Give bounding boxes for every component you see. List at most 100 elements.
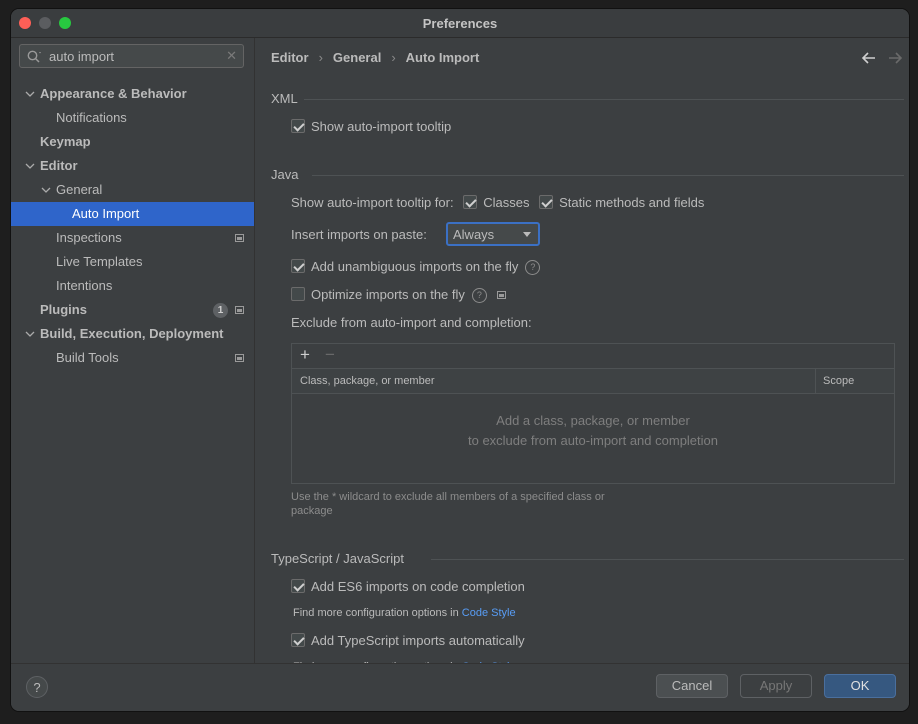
breadcrumb-item-editor[interactable]: Editor: [271, 50, 309, 65]
search-input[interactable]: [49, 48, 219, 64]
sidebar-item-keymap[interactable]: Keymap: [11, 130, 254, 154]
breadcrumb-separator-icon: ›: [391, 50, 396, 65]
sidebar-item-label: Live Templates: [56, 254, 143, 269]
java-static-option[interactable]: Static methods and fields: [539, 195, 704, 210]
sidebar-item-notifications[interactable]: Notifications: [11, 106, 254, 130]
java-unambiguous-checkbox[interactable]: [291, 259, 305, 273]
sidebar-item-build-execution-deployment[interactable]: Build, Execution, Deployment: [11, 322, 254, 346]
sidebar-item-live-templates[interactable]: Live Templates: [11, 250, 254, 274]
sidebar-item-label: Appearance & Behavior: [40, 86, 187, 101]
java-tooltip-for-row: Show auto-import tooltip for: Classes St…: [291, 195, 704, 210]
java-optimize-checkbox[interactable]: [291, 287, 305, 301]
section-title-java: Java: [271, 167, 299, 182]
table-header: Class, package, or member Scope: [292, 369, 894, 394]
ts-es6-option[interactable]: Add ES6 imports on code completion: [291, 579, 525, 594]
column-header-scope[interactable]: Scope: [823, 375, 854, 387]
option-label: Classes: [483, 195, 530, 210]
project-settings-icon: [496, 291, 506, 299]
sidebar-item-label: Intentions: [56, 278, 113, 293]
cancel-button[interactable]: Cancel: [656, 674, 728, 698]
dropdown-value: Always: [453, 227, 495, 242]
section-divider: [312, 175, 904, 176]
add-icon[interactable]: +: [300, 345, 310, 365]
sidebar-item-label: Notifications: [56, 110, 127, 125]
chevron-down-icon[interactable]: [25, 329, 35, 339]
sidebar-item-inspections[interactable]: Inspections: [11, 226, 254, 250]
back-arrow-icon[interactable]: [861, 51, 876, 65]
code-style-link[interactable]: Code Style: [462, 607, 516, 619]
sidebar-item-label: Editor: [40, 158, 78, 173]
note-text: Find more configuration options in: [293, 607, 459, 619]
project-settings-icon: [235, 306, 244, 314]
sidebar-item-label: Auto Import: [72, 206, 140, 221]
hint-line: Use the * wildcard to exclude all member…: [291, 491, 605, 503]
dropdown-arrow-icon: [523, 232, 531, 237]
breadcrumb-item-auto-import: Auto Import: [405, 50, 480, 65]
chevron-down-icon[interactable]: [25, 161, 35, 171]
sidebar-item-label: Plugins: [40, 302, 87, 317]
breadcrumb-item-general[interactable]: General: [333, 50, 381, 65]
section-title-xml: XML: [271, 91, 298, 106]
sidebar-item-general[interactable]: General: [11, 178, 254, 202]
window-title: Preferences: [422, 16, 498, 31]
java-optimize-option[interactable]: Optimize imports on the fly?: [291, 287, 506, 303]
sidebar-item-intentions[interactable]: Intentions: [11, 274, 254, 298]
section-title-typescript: TypeScript / JavaScript: [271, 551, 404, 566]
search-field[interactable]: ✕: [19, 44, 244, 68]
settings-sidebar: ✕ Appearance & Behavior Notifications Ke…: [11, 38, 255, 663]
java-classes-checkbox[interactable]: [463, 195, 478, 209]
option-label: Show auto-import tooltip: [311, 119, 452, 134]
help-button[interactable]: ?: [26, 676, 48, 698]
sidebar-item-label: Build, Execution, Deployment: [40, 326, 224, 341]
xml-show-tooltip-option[interactable]: Show auto-import tooltip: [291, 119, 451, 134]
plugins-update-badge: 1: [213, 303, 228, 318]
sidebar-item-auto-import[interactable]: Auto Import: [11, 202, 254, 226]
chevron-down-icon[interactable]: [41, 185, 51, 195]
insert-on-paste-label: Insert imports on paste:: [291, 227, 427, 242]
hint-line: package: [291, 505, 333, 517]
chevron-down-icon[interactable]: [25, 89, 35, 99]
java-static-checkbox[interactable]: [539, 195, 554, 209]
sidebar-item-label: Inspections: [56, 230, 122, 245]
option-label: Show auto-import tooltip for:: [291, 195, 454, 210]
section-divider: [304, 99, 904, 100]
sidebar-item-build-tools[interactable]: Build Tools: [11, 346, 254, 370]
ts-auto-checkbox[interactable]: [291, 633, 305, 647]
sidebar-item-plugins[interactable]: Plugins 1: [11, 298, 254, 322]
ts-es6-checkbox[interactable]: [291, 579, 305, 593]
ts-auto-option[interactable]: Add TypeScript imports automatically: [291, 633, 525, 648]
ok-button[interactable]: OK: [824, 674, 896, 698]
option-label: Optimize imports on the fly: [311, 287, 465, 302]
sidebar-item-appearance-behavior[interactable]: Appearance & Behavior: [11, 82, 254, 106]
help-icon[interactable]: ?: [471, 288, 487, 303]
column-divider: [815, 369, 816, 393]
more-options-note: Find more configuration options in Code …: [293, 607, 516, 619]
sidebar-item-editor[interactable]: Editor: [11, 154, 254, 178]
help-icon[interactable]: ?: [525, 260, 541, 275]
java-classes-option[interactable]: Classes: [463, 195, 529, 210]
breadcrumb-separator-icon: ›: [318, 50, 323, 65]
option-label: Add unambiguous imports on the fly: [311, 259, 519, 274]
table-toolbar: + −: [292, 344, 894, 369]
sidebar-item-label: Keymap: [40, 134, 91, 149]
option-label: Static methods and fields: [559, 195, 705, 210]
section-divider: [431, 559, 904, 560]
clear-search-icon[interactable]: ✕: [226, 49, 237, 63]
java-unambiguous-option[interactable]: Add unambiguous imports on the fly?: [291, 259, 541, 275]
empty-state-line: to exclude from auto-import and completi…: [467, 433, 718, 448]
column-header-class[interactable]: Class, package, or member: [300, 375, 435, 387]
exclude-label: Exclude from auto-import and completion:: [291, 315, 532, 330]
project-settings-icon: [235, 354, 244, 362]
remove-icon[interactable]: −: [325, 345, 335, 365]
search-icon: [27, 50, 41, 63]
xml-show-tooltip-checkbox[interactable]: [291, 119, 305, 133]
sidebar-item-label: Build Tools: [56, 350, 119, 365]
apply-button[interactable]: Apply: [740, 674, 812, 698]
wildcard-hint: Use the * wildcard to exclude all member…: [291, 490, 651, 518]
title-bar: Preferences: [11, 9, 909, 38]
insert-on-paste-dropdown[interactable]: Always: [446, 222, 540, 246]
preferences-window: Preferences ✕ Appearance & Behavior Noti…: [11, 9, 909, 711]
forward-arrow-icon[interactable]: [888, 51, 903, 65]
option-label: Add TypeScript imports automatically: [311, 633, 525, 648]
settings-content: Editor › General › Auto Import XML Show auto…: [255, 38, 909, 663]
